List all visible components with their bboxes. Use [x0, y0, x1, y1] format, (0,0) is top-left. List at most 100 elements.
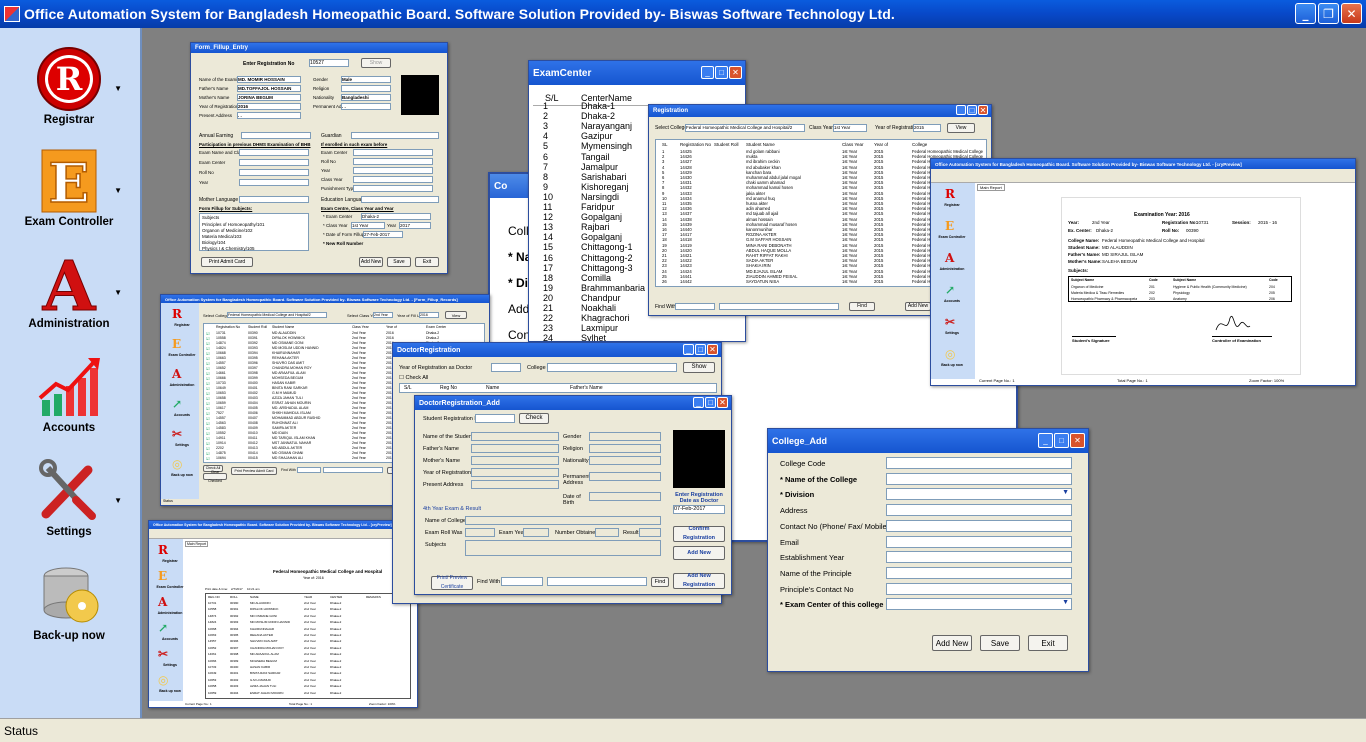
sidebar-label[interactable]: Settings: [163, 443, 201, 447]
year-select[interactable]: 2016: [419, 312, 439, 318]
sub-input[interactable]: [353, 158, 433, 165]
add-new-button[interactable]: Add New: [673, 546, 725, 560]
close-button[interactable]: ✕: [978, 105, 988, 115]
sidebar-label[interactable]: Administration: [163, 383, 201, 387]
chevron-down-icon[interactable]: ▼: [114, 186, 122, 195]
clear-checked-button[interactable]: Clear Checked: [203, 470, 227, 483]
sidebar-label[interactable]: Registrar: [933, 203, 971, 207]
list-item-sl[interactable]: 12: [543, 212, 553, 222]
field-input[interactable]: [886, 504, 1072, 517]
list-item-name[interactable]: Sarishabari: [581, 172, 627, 182]
list-item-name[interactable]: Gopalganj: [581, 232, 622, 242]
close-button[interactable]: ✕: [1341, 3, 1362, 24]
sidebar-label[interactable]: Administration: [933, 267, 971, 271]
chevron-down-icon[interactable]: ▼: [114, 84, 122, 93]
college-select[interactable]: Federal Homeopathic Medical College and …: [227, 312, 327, 318]
sidebar-label[interactable]: Accounts: [933, 299, 971, 303]
field-value[interactable]: 2016: [237, 103, 301, 110]
confirm-registration-button[interactable]: Confirm Registration: [673, 526, 725, 542]
print-admit-card-button[interactable]: Print Admit Card: [201, 257, 253, 267]
minimize-button[interactable]: _: [693, 397, 704, 408]
list-item-sl[interactable]: 4: [543, 131, 548, 141]
field-input[interactable]: [886, 519, 1072, 532]
list-item-sl[interactable]: 3: [543, 121, 548, 131]
sub-input[interactable]: [353, 185, 433, 192]
tab-main-report[interactable]: Main Report: [977, 184, 1005, 191]
list-item-name[interactable]: Noakhali: [581, 303, 616, 313]
list-item-sl[interactable]: 20: [543, 293, 553, 303]
edu-lang-input[interactable]: [361, 196, 439, 203]
maximize-button[interactable]: □: [715, 66, 728, 79]
field-input[interactable]: [886, 457, 1072, 469]
find-button[interactable]: Find: [849, 302, 875, 311]
check-all-checkbox[interactable]: ☐ Check All: [399, 375, 428, 381]
list-item-name[interactable]: Laxmipur: [581, 323, 618, 333]
subject-item[interactable]: Materia Medica/103: [202, 234, 242, 239]
list-item-sl[interactable]: 5: [543, 141, 548, 151]
list-item-sl[interactable]: 2: [543, 111, 548, 121]
list-item-name[interactable]: Mymensingh: [581, 141, 632, 151]
year-select[interactable]: 2017: [399, 222, 431, 229]
list-item-sl[interactable]: 8: [543, 172, 548, 182]
college-select[interactable]: Federal Homeopathic Medical College and …: [685, 124, 805, 132]
list-item-sl[interactable]: 16: [543, 253, 553, 263]
class-select[interactable]: 2nd Year: [373, 312, 393, 318]
sidebar-label[interactable]: Settings: [933, 331, 971, 335]
list-item-name[interactable]: Khagrachori: [581, 313, 630, 323]
sidebar-item-registrar[interactable]: R ▼ Registrar: [0, 46, 138, 126]
list-item-sl[interactable]: 6: [543, 152, 548, 162]
sidebar-item-exam-controller[interactable]: E ▼ Exam Controller: [0, 148, 138, 228]
view-button[interactable]: View: [445, 311, 467, 319]
close-button[interactable]: ✕: [717, 397, 728, 408]
date-fillup-input[interactable]: 27-Feb-2017: [363, 231, 403, 238]
sidebar-item-accounts[interactable]: Accounts: [0, 354, 138, 434]
exit-button[interactable]: Exit: [415, 257, 439, 267]
sub-input[interactable]: [239, 179, 309, 186]
field-input[interactable]: ▼: [886, 598, 1072, 611]
student-reg-input[interactable]: [475, 414, 515, 423]
year-select[interactable]: [491, 363, 521, 372]
minimize-button[interactable]: _: [701, 66, 714, 79]
list-item-sl[interactable]: 13: [543, 222, 553, 232]
minimize-button[interactable]: _: [1038, 433, 1053, 448]
sidebar-item-backup[interactable]: Back-up now: [0, 562, 138, 642]
find-with-select[interactable]: [675, 303, 715, 310]
field-value[interactable]: Male: [341, 76, 391, 83]
list-item-sl[interactable]: 19: [543, 283, 553, 293]
sidebar-label[interactable]: Accounts: [163, 413, 201, 417]
field-input[interactable]: ▼: [886, 488, 1072, 501]
maximize-button[interactable]: □: [695, 344, 706, 355]
field-value[interactable]: Bangladeshi: [341, 94, 391, 101]
find-with-select[interactable]: [297, 467, 321, 473]
print-preview-certificate-button[interactable]: Print/ Preview Certificate: [431, 575, 473, 590]
close-button[interactable]: ✕: [729, 66, 742, 79]
field-value[interactable]: JORINA BEGUM: [237, 94, 301, 101]
print-preview-button[interactable]: Print Preview Admit Card: [231, 467, 277, 475]
show-button[interactable]: Show: [361, 58, 391, 68]
sidebar-label[interactable]: Registrar: [163, 323, 201, 327]
sidebar-item-settings[interactable]: ▼ Settings: [0, 458, 138, 538]
field-input[interactable]: [886, 551, 1072, 564]
save-button[interactable]: Save: [980, 635, 1020, 651]
list-item-name[interactable]: Gopalganj: [581, 212, 622, 222]
show-button[interactable]: Show: [683, 362, 715, 373]
subject-item[interactable]: Principles of Homoeopathy/101: [202, 222, 265, 227]
field-input[interactable]: [886, 472, 1072, 485]
sidebar-item-administration[interactable]: A ▼ Administration: [0, 250, 138, 330]
minimize-button[interactable]: _: [956, 105, 966, 115]
checkbox-icon[interactable]: ☑: [206, 456, 210, 462]
maximize-button[interactable]: □: [1054, 433, 1069, 448]
maximize-button[interactable]: □: [705, 397, 716, 408]
find-input[interactable]: [547, 577, 647, 586]
list-item-sl[interactable]: 14: [543, 232, 553, 242]
sidebar-label[interactable]: Registrar: [151, 559, 189, 563]
list-item-name[interactable]: Dhaka-1: [581, 101, 615, 111]
find-button[interactable]: Find: [651, 577, 669, 587]
sidebar-label[interactable]: Exam Controller: [163, 353, 201, 357]
sub-input[interactable]: [239, 149, 309, 156]
list-item-name[interactable]: Faridpur: [581, 202, 615, 212]
list-item-name[interactable]: Chandpur: [581, 293, 621, 303]
close-button[interactable]: ✕: [1070, 433, 1085, 448]
exit-button[interactable]: Exit: [1028, 635, 1068, 651]
list-item-name[interactable]: Rajbari: [581, 222, 610, 232]
